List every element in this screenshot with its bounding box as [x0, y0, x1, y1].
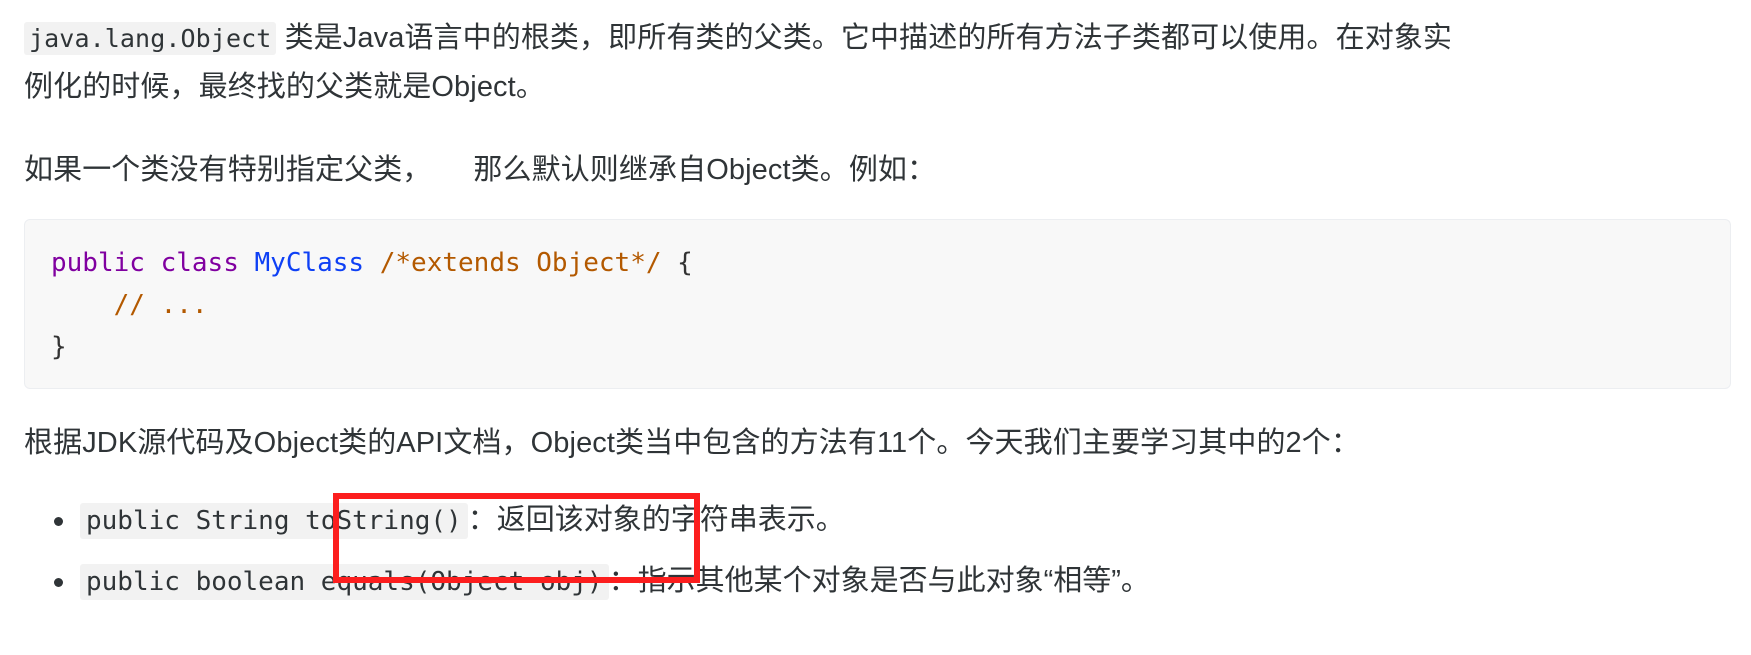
code-token-public: public — [51, 248, 145, 278]
code-token-class: class — [160, 248, 239, 278]
paragraph-intro: java.lang.Object 类是Java语言中的根类，即所有类的父类。它中… — [24, 0, 1479, 112]
method-signature-equals: public boolean equals(Object obj) — [80, 564, 609, 600]
code-token-myclass: MyClass — [254, 248, 365, 278]
method-signature-tostring: public String toString() — [80, 503, 468, 539]
method-description-tostring: ：返回该对象的字符串表示。 — [467, 504, 845, 536]
method-description-equals: ：指示其他某个对象是否与此对象“相等”。 — [608, 565, 1150, 597]
paragraph-inheritance-after: 那么默认则继承自Object类。例如： — [473, 154, 937, 186]
code-block-content: public class MyClass /*extends Object*/ … — [51, 248, 693, 362]
document-body: java.lang.Object 类是Java语言中的根类，即所有类的父类。它中… — [0, 0, 1751, 612]
list-item: public String toString() ：返回该对象的字符串表示。 — [54, 490, 1727, 551]
paragraph-inheritance: 如果一个类没有特别指定父类， 那么默认则继承自Object类。例如： — [24, 112, 1727, 195]
method-list: public String toString() ：返回该对象的字符串表示。 pu… — [24, 490, 1727, 612]
paragraph-jdk-methods: 根据JDK源代码及Object类的API文档，Object类当中包含的方法有11… — [24, 427, 1360, 459]
code-token-extends-comment: /*extends Object*/ — [379, 248, 662, 278]
list-item: public boolean equals(Object obj) ：指示其他某个… — [54, 551, 1727, 612]
paragraph-inheritance-before: 如果一个类没有特别指定父类， — [24, 154, 432, 186]
code-block-myclass: public class MyClass /*extends Object*/ … — [24, 219, 1731, 389]
inline-code-java-lang-object: java.lang.Object — [24, 22, 277, 55]
code-token-ellipsis-comment: // ... — [113, 290, 208, 320]
code-token-close-brace: } — [51, 332, 67, 362]
code-token-open-brace: { — [677, 248, 693, 278]
